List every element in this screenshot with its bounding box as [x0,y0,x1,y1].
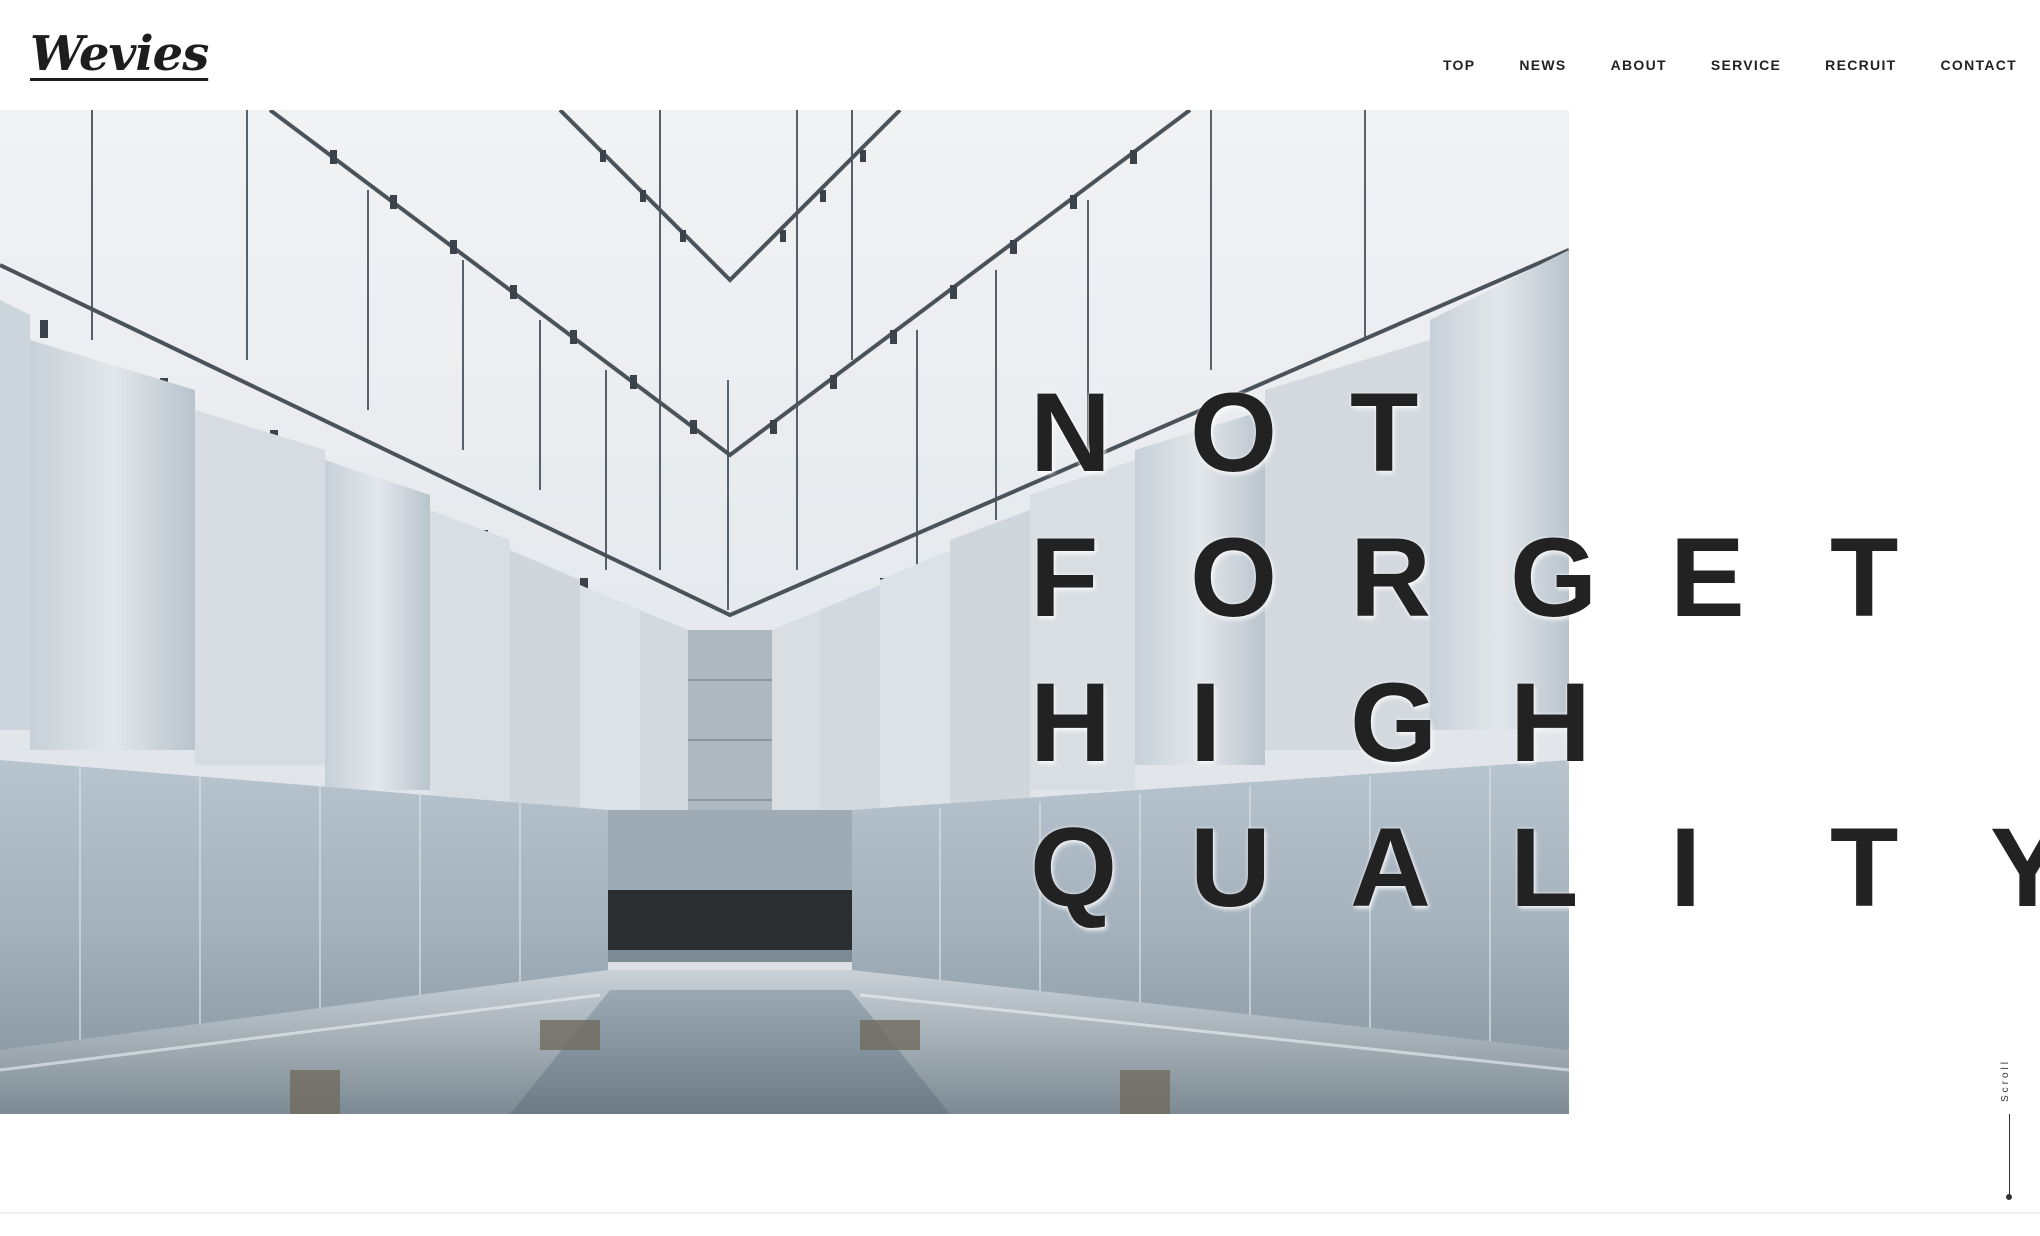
page: Wevies TOP NEWS ABOUT SERVICE RECRUIT CO… [0,0,2040,1236]
nav-item-about[interactable]: ABOUT [1611,57,1667,73]
headline-letter: Y [1990,805,2040,930]
scroll-indicator[interactable]: Scroll [2000,1058,2020,1202]
headline-letter: O [1190,370,1278,495]
headline-line-2: FORGET [1030,505,2040,650]
headline-letter: I [1670,805,1702,930]
headline-letter: H [1510,660,1591,785]
headline-letter: T [1350,370,1419,495]
site-header: Wevies TOP NEWS ABOUT SERVICE RECRUIT CO… [0,0,2040,110]
headline-line-3: HIGH [1030,650,2040,795]
headline-letter: I [1190,660,1222,785]
nav-item-contact[interactable]: CONTACT [1941,57,2018,73]
headline-letter: G [1350,660,1438,785]
bottom-divider [0,1212,2040,1214]
headline-letter: A [1350,805,1431,930]
scroll-line [2009,1114,2010,1196]
headline-letter: N [1030,370,1111,495]
nav-item-news[interactable]: NEWS [1519,57,1566,73]
scroll-dot [2006,1194,2012,1200]
headline-letter: T [1830,515,1899,640]
headline-letter: E [1670,515,1745,640]
headline-letter: U [1190,805,1271,930]
nav-item-top[interactable]: TOP [1443,57,1475,73]
headline-letter: F [1030,515,1099,640]
headline-letter: Q [1030,805,1118,930]
headline-letter: L [1510,805,1579,930]
headline-letter: H [1030,660,1111,785]
headline-letter: R [1350,515,1431,640]
headline-letter: O [1190,515,1278,640]
main-nav: TOP NEWS ABOUT SERVICE RECRUIT CONTACT [1443,57,2017,73]
hero-headline: NOT FORGET HIGH QUALITY [1030,360,2040,940]
headline-line-4: QUALI TY [1030,795,2040,940]
scroll-label: Scroll [2000,1058,2011,1102]
nav-item-recruit[interactable]: RECRUIT [1825,57,1896,73]
headline-letter: G [1510,515,1598,640]
headline-line-1: NOT [1030,360,2040,505]
site-logo[interactable]: Wevies [30,30,209,78]
headline-letter: T [1830,805,1899,930]
nav-item-service[interactable]: SERVICE [1711,57,1781,73]
